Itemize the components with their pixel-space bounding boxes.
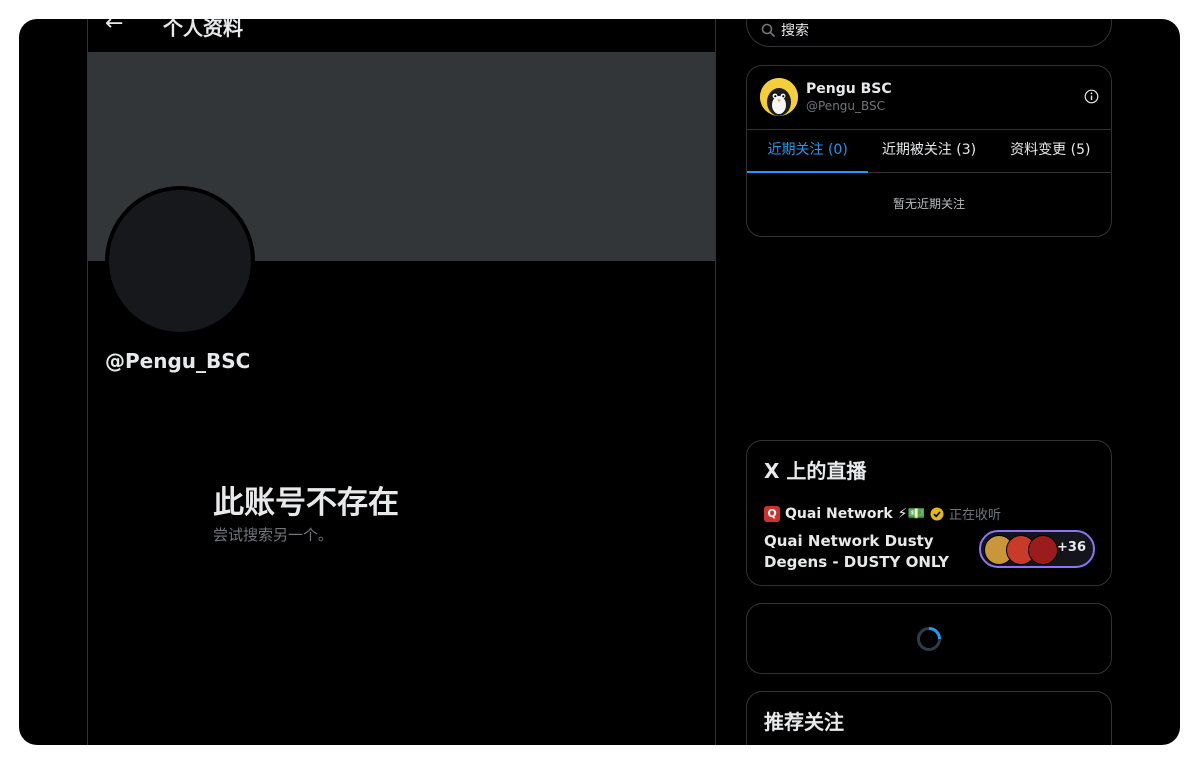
pengu-avatar[interactable]: [760, 78, 798, 116]
search-icon: [761, 23, 775, 37]
live-section-title: X 上的直播: [764, 459, 867, 483]
user-handle: @Pengu_BSC: [806, 99, 886, 113]
host-emojis: ⚡💵: [897, 505, 925, 522]
penguin-icon: [760, 78, 798, 116]
account-missing-title: 此账号不存在: [213, 485, 399, 521]
loading-card: [746, 603, 1112, 674]
space-host-row: Q Quai Network ⚡💵 正在收听: [764, 504, 1001, 523]
verified-badge-icon: [930, 507, 944, 520]
host-name: Quai Network: [785, 505, 893, 522]
listener-count: +36: [1057, 540, 1086, 555]
empty-following-text: 暂无近期关注: [892, 197, 965, 211]
listeners-pill[interactable]: +36: [979, 530, 1095, 568]
quai-logo-icon: Q: [764, 505, 780, 522]
search-input[interactable]: [781, 23, 1081, 39]
info-icon[interactable]: [1084, 89, 1099, 104]
listening-label: 正在收听: [948, 508, 1001, 523]
live-spaces-card[interactable]: X 上的直播 Q Quai Network ⚡💵 正在收听 Quai Netwo…: [746, 440, 1112, 586]
profile-column: ← 个人资料 @Pengu_BSC 此账号不存在 尝试搜索另一个。: [87, 19, 716, 745]
arrow-left-icon[interactable]: ←: [105, 19, 123, 36]
space-title[interactable]: Quai Network Dusty Degens - DUSTY ONLY: [764, 531, 974, 573]
tab-recent-followers[interactable]: 近期被关注 (3): [868, 130, 989, 172]
app-window: ← 个人资料 @Pengu_BSC 此账号不存在 尝试搜索另一个。 搜索 Pen…: [19, 19, 1180, 745]
loading-spinner-icon: [917, 627, 941, 651]
profile-handle: @Pengu_BSC: [105, 349, 251, 373]
tab-profile-changes[interactable]: 资料变更 (5): [990, 130, 1111, 172]
activity-tabs: 近期关注 (0) 近期被关注 (3) 资料变更 (5): [747, 129, 1111, 173]
tab-recent-following[interactable]: 近期关注 (0): [747, 130, 869, 173]
search-box[interactable]: [746, 19, 1112, 47]
top-bar: ← 个人资料: [88, 19, 715, 52]
user-info-card: Pengu BSC @Pengu_BSC 近期关注 (0) 近期被关注 (3) …: [746, 65, 1112, 237]
page-title: 个人资料: [163, 19, 243, 40]
who-to-follow-card: 推荐关注: [746, 691, 1112, 745]
user-name[interactable]: Pengu BSC: [806, 81, 892, 97]
account-missing-subtitle: 尝试搜索另一个。: [213, 526, 334, 544]
profile-avatar: [105, 186, 255, 336]
listener-avatar: [1028, 535, 1058, 565]
who-to-follow-title: 推荐关注: [764, 710, 844, 734]
